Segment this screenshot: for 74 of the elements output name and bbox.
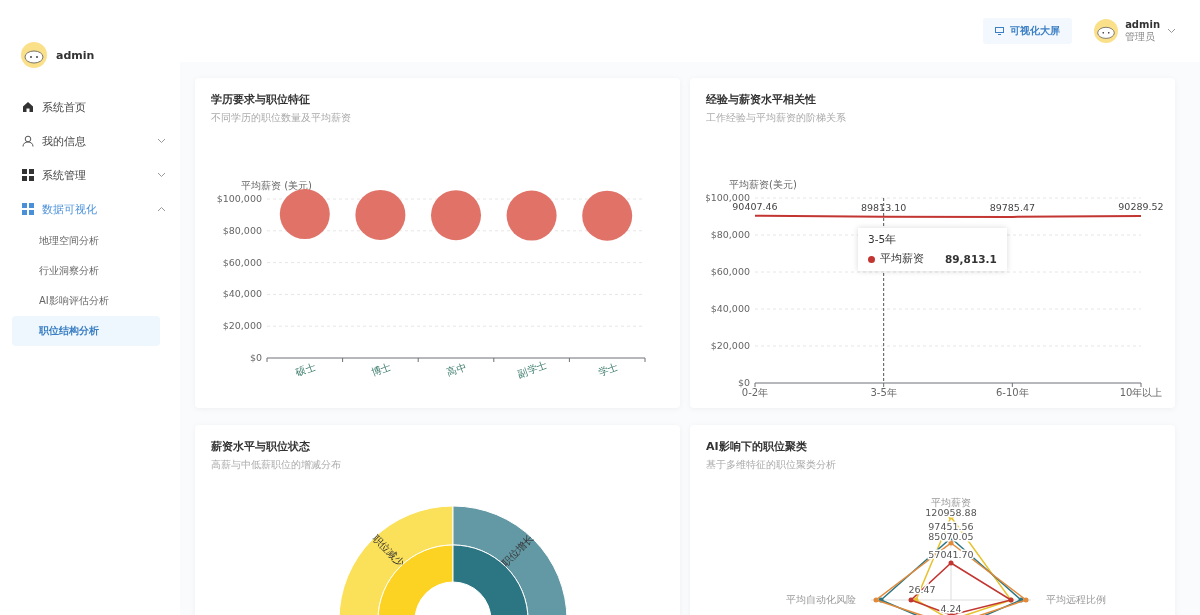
y-tick-label: $100,000	[216, 193, 262, 204]
user-role: 管理员	[1125, 29, 1157, 44]
y-tick-label: $40,000	[710, 303, 750, 314]
chevron-icon	[157, 138, 166, 144]
card-subtitle: 高薪与中低薪职位的增减分布	[211, 458, 342, 472]
data-label: 89785.47	[989, 201, 1035, 213]
y-tick-label: $100,000	[706, 192, 750, 203]
y-tick-label: $60,000	[222, 256, 262, 268]
x-tick-label: 学士	[596, 360, 619, 378]
nav-item[interactable]: 系统管理	[0, 158, 180, 192]
nav-subitem[interactable]: AI影响评估分析	[12, 286, 160, 316]
y-tick-label: $40,000	[222, 288, 262, 300]
x-tick-label: 6-10年	[996, 387, 1029, 398]
grid-icon	[22, 203, 34, 215]
y-tick-label: $20,000	[710, 340, 750, 351]
x-tick-label: 10年以上	[1119, 387, 1163, 398]
x-tick-label: 博士	[369, 360, 393, 378]
user-name: admin	[56, 48, 95, 62]
data-bubble	[506, 190, 557, 241]
value-label: 120958.88	[925, 507, 977, 518]
nav-item[interactable]: 我的信息	[0, 124, 180, 158]
card-title: AI影响下的职位聚类	[706, 439, 808, 454]
user-icon	[22, 135, 34, 147]
segment-label: 职位增长	[499, 532, 536, 569]
card-title: 薪资水平与职位状态	[211, 439, 311, 454]
card-subtitle: 基于多维特征的职位聚类分析	[706, 458, 837, 472]
card-subtitle: 工作经验与平均薪资的阶梯关系	[706, 111, 847, 125]
data-label: 89813.10	[861, 201, 907, 213]
axis-label: 平均薪资	[931, 497, 971, 508]
y-tick-label: $0	[737, 377, 750, 388]
avatar-icon	[1094, 19, 1119, 43]
user-menu[interactable]: admin 管理员	[1094, 18, 1176, 44]
axis-label: 平均远程比例	[1046, 594, 1106, 605]
y-tick-label: $80,000	[222, 224, 262, 236]
nav-item[interactable]: 系统首页	[0, 90, 180, 124]
nav-subitem[interactable]: 职位结构分析	[12, 316, 160, 346]
data-bubble	[582, 190, 633, 241]
y-axis-title: 平均薪资 (美元)	[241, 180, 312, 191]
value-label: 4.24	[940, 603, 962, 614]
data-label: 90407.46	[732, 200, 778, 212]
chevron-icon	[1167, 28, 1176, 34]
x-tick-label: 硕士	[294, 360, 317, 378]
x-tick-label: 高中	[445, 360, 468, 378]
x-tick-label: 副学士	[516, 359, 549, 380]
segment-label: 职位减少	[370, 532, 407, 569]
data-bubble	[355, 189, 406, 240]
chevron-icon	[157, 172, 166, 178]
x-tick-label: 0-2年	[741, 387, 769, 398]
nav-subitem[interactable]: 行业洞察分析	[12, 256, 160, 286]
nav-item[interactable]: 数据可视化	[0, 192, 180, 226]
nav-subitem[interactable]: 地理空间分析	[12, 226, 160, 256]
y-tick-label: $60,000	[710, 266, 750, 277]
card-subtitle: 不同学历的职位数量及平均薪资	[211, 111, 352, 125]
card-title: 学历要求与职位特征	[211, 92, 311, 107]
tooltip-title: 3-5年	[868, 233, 898, 247]
x-tick-label: 3-5年	[870, 387, 897, 398]
y-tick-label: $0	[249, 352, 262, 363]
grid-icon	[22, 169, 34, 181]
monitor-icon	[995, 27, 1005, 35]
user-name: admin	[1125, 18, 1160, 30]
tooltip-series-name: 平均薪资	[880, 252, 924, 266]
data-bubble	[431, 190, 481, 241]
y-tick-label: $80,000	[710, 229, 750, 240]
card-title: 经验与薪资水平相关性	[706, 92, 817, 107]
chevron-icon	[157, 206, 166, 212]
tooltip-value: 89,813.1	[945, 253, 997, 265]
y-axis-title: 平均薪资(美元)	[729, 179, 797, 190]
y-tick-label: $20,000	[222, 320, 262, 332]
axis-label: 平均自动化风险	[786, 594, 856, 605]
home-icon	[22, 101, 34, 113]
data-bubble	[279, 189, 330, 240]
data-label: 90289.52	[1118, 200, 1164, 212]
screen-button[interactable]: 可视化大屏	[983, 18, 1073, 44]
avatar-icon	[21, 42, 47, 68]
